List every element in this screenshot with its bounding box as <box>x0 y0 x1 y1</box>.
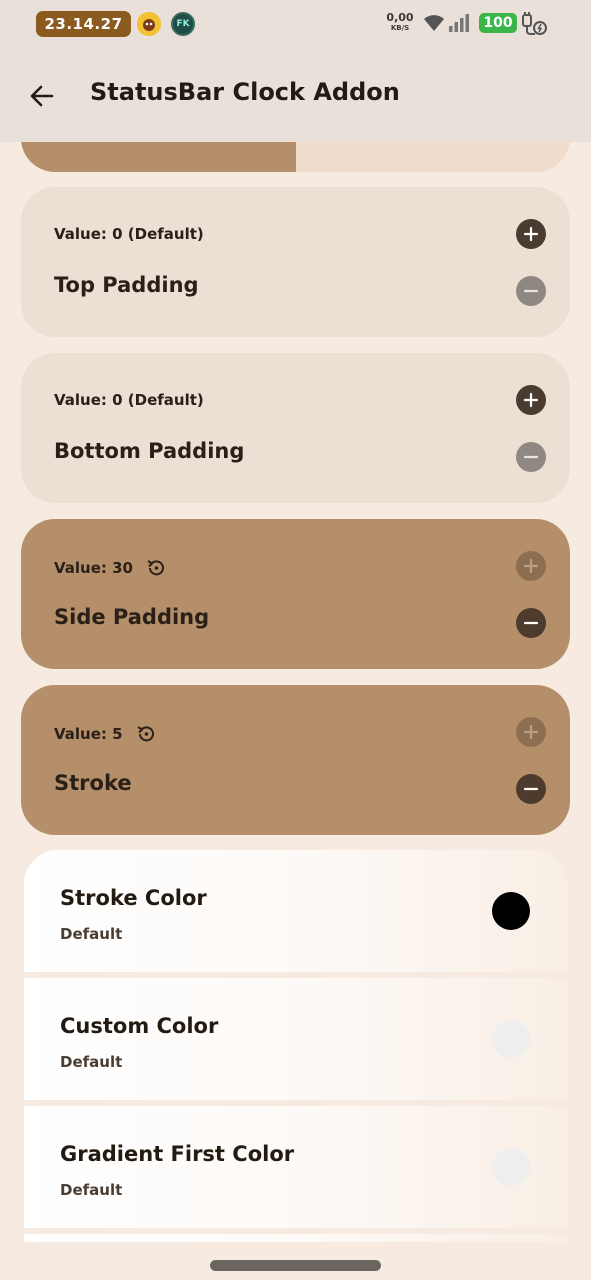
stroke-color-title: Stroke Color <box>60 886 207 910</box>
stroke-title: Stroke <box>54 771 132 795</box>
bottom-padding-decrease-button[interactable] <box>516 442 546 472</box>
bottom-padding-value: Value: 0 (Default) <box>54 391 204 409</box>
status-clock: 23.14.27 <box>36 11 131 37</box>
bottom-padding-title: Bottom Padding <box>54 439 245 463</box>
stroke-increase-button[interactable] <box>516 717 546 747</box>
gradient-first-color-swatch[interactable] <box>492 1148 530 1186</box>
top-padding-increase-button[interactable] <box>516 219 546 249</box>
battery-indicator: 100 <box>479 13 517 33</box>
stroke-color-subtitle: Default <box>60 925 123 943</box>
next-color-item[interactable] <box>24 1234 567 1242</box>
custom-color-title: Custom Color <box>60 1014 219 1038</box>
custom-color-swatch[interactable] <box>492 1020 530 1058</box>
stroke-value: Value: 5 <box>54 725 123 743</box>
stroke-color-item[interactable]: Stroke Color Default <box>24 850 567 972</box>
gradient-first-color-subtitle: Default <box>60 1181 123 1199</box>
minus-icon <box>523 289 539 293</box>
custom-color-item[interactable]: Custom Color Default <box>24 978 567 1100</box>
stroke-color-swatch[interactable] <box>492 892 530 930</box>
minus-icon <box>523 455 539 459</box>
app-bar: StatusBar Clock Addon <box>0 48 591 142</box>
bottom-padding-increase-button[interactable] <box>516 385 546 415</box>
side-padding-decrease-button[interactable] <box>516 608 546 638</box>
top-padding-card[interactable]: Value: 0 (Default) Top Padding <box>21 187 570 337</box>
plus-icon <box>523 226 539 242</box>
fk-notification-icon: FK <box>171 12 195 36</box>
page-title: StatusBar Clock Addon <box>90 78 400 106</box>
wifi-icon <box>424 15 444 31</box>
charging-icon <box>522 12 547 35</box>
gesture-nav-handle[interactable] <box>210 1260 381 1271</box>
reset-icon[interactable] <box>145 557 167 579</box>
settings-content[interactable]: Value: 0 (Default) Top Padding Value: 0 … <box>0 142 591 1242</box>
side-padding-title: Side Padding <box>54 605 210 629</box>
custom-color-subtitle: Default <box>60 1053 123 1071</box>
top-padding-decrease-button[interactable] <box>516 276 546 306</box>
partial-slider-card[interactable] <box>21 142 570 172</box>
plus-icon <box>523 558 539 574</box>
side-padding-increase-button[interactable] <box>516 551 546 581</box>
bottom-padding-card[interactable]: Value: 0 (Default) Bottom Padding <box>21 353 570 503</box>
top-padding-title: Top Padding <box>54 273 199 297</box>
app-notification-icon <box>137 12 161 36</box>
network-speed: 0,00 KB/S <box>385 12 415 33</box>
side-padding-value: Value: 30 <box>54 559 133 577</box>
plus-icon <box>523 392 539 408</box>
side-padding-card[interactable]: Value: 30 Side Padding <box>21 519 570 669</box>
arrow-back-icon <box>30 85 54 107</box>
back-button[interactable] <box>20 74 64 118</box>
plus-icon <box>523 724 539 740</box>
stroke-card[interactable]: Value: 5 Stroke <box>21 685 570 835</box>
minus-icon <box>523 787 539 791</box>
gradient-first-color-item[interactable]: Gradient First Color Default <box>24 1106 567 1228</box>
slider-fill <box>21 142 296 172</box>
gradient-first-color-title: Gradient First Color <box>60 1142 295 1166</box>
value-row: Value: 5 <box>54 723 157 745</box>
top-padding-value: Value: 0 (Default) <box>54 225 204 243</box>
color-settings-list: Stroke Color Default Custom Color Defaul… <box>24 850 567 1242</box>
value-row: Value: 0 (Default) <box>54 391 204 409</box>
status-bar: 23.14.27 FK 0,00 KB/S 100 <box>0 0 591 48</box>
value-row: Value: 30 <box>54 557 167 579</box>
reset-icon[interactable] <box>135 723 157 745</box>
signal-icon <box>449 14 469 32</box>
minus-icon <box>523 621 539 625</box>
stroke-decrease-button[interactable] <box>516 774 546 804</box>
network-speed-value: 0,00 <box>386 11 414 24</box>
value-row: Value: 0 (Default) <box>54 225 204 243</box>
network-speed-unit: KB/S <box>390 24 410 32</box>
